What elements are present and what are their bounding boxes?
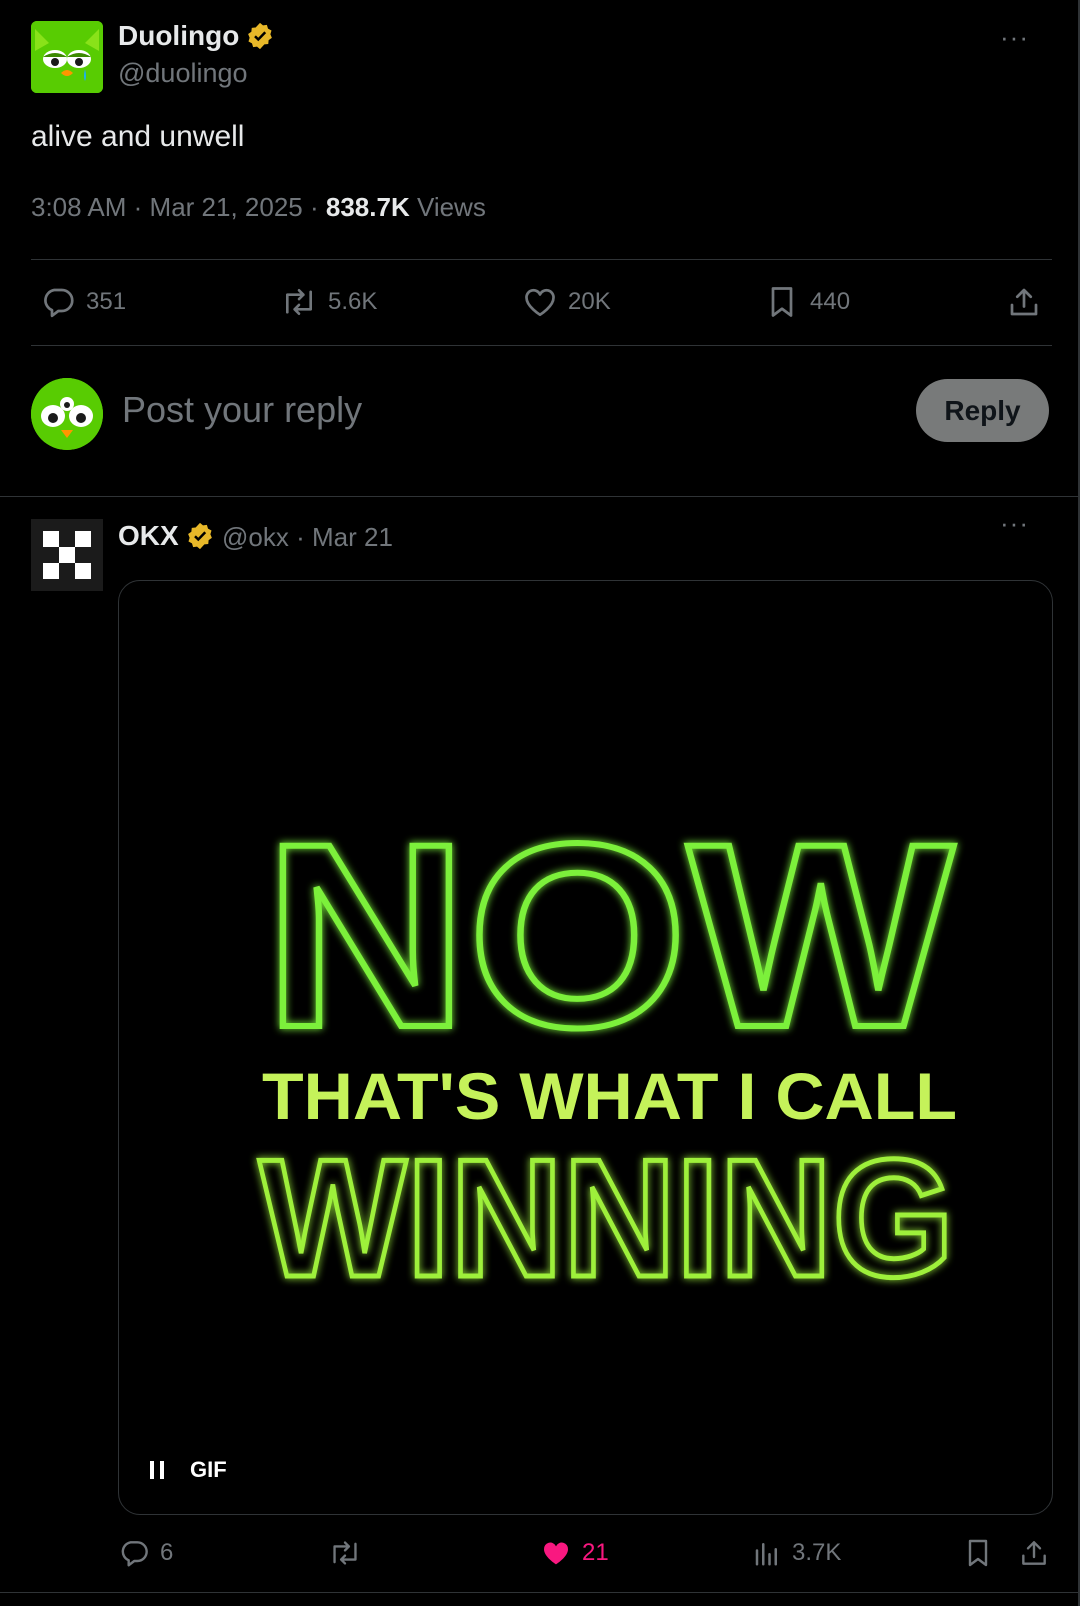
verified-badge-icon[interactable] — [185, 521, 215, 551]
repost-icon — [280, 284, 318, 320]
reply-action[interactable]: 6 — [118, 1537, 173, 1569]
heart-icon — [522, 284, 558, 320]
heart-filled-icon — [540, 1537, 572, 1569]
reply-date[interactable]: Mar 21 — [312, 522, 393, 552]
reply-count: 6 — [160, 1539, 174, 1566]
share-button[interactable] — [1006, 284, 1042, 320]
reply-author-name-text: OKX — [118, 520, 179, 551]
like-count: 21 — [582, 1539, 609, 1566]
gif-text-now: NOW — [264, 789, 957, 1082]
post-text: alive and unwell — [31, 120, 245, 153]
reply-count: 351 — [86, 288, 127, 315]
divider — [31, 345, 1052, 346]
views-count: 3.7K — [792, 1539, 842, 1566]
post-date[interactable]: Mar 21, 2025 — [150, 192, 303, 222]
gif-media[interactable]: NOW THAT'S WHAT I CALL WINNING — [118, 580, 1053, 1515]
user-avatar[interactable] — [31, 378, 103, 450]
views-action[interactable]: 3.7K — [752, 1537, 841, 1569]
gif-text-winning: WINNING — [259, 1124, 954, 1312]
repost-action[interactable] — [328, 1537, 362, 1569]
reply-button[interactable]: Reply — [916, 379, 1049, 442]
repost-count: 5.6K — [328, 288, 378, 315]
like-count: 20K — [568, 288, 611, 315]
reply-bubble-icon — [118, 1537, 150, 1569]
gif-text-tagline: THAT'S WHAT I CALL — [262, 1059, 957, 1133]
repost-action[interactable]: 5.6K — [280, 284, 377, 320]
duolingo-avatar[interactable] — [31, 21, 103, 93]
share-icon — [1006, 284, 1042, 320]
repost-icon — [328, 1537, 362, 1569]
like-action[interactable]: 20K — [522, 284, 611, 320]
bookmark-icon — [962, 1537, 994, 1569]
author-name[interactable]: Duolingo — [118, 20, 275, 52]
verified-badge-icon[interactable] — [245, 21, 275, 51]
reply-author-name[interactable]: OKX — [118, 520, 215, 552]
views-chart-icon — [752, 1537, 782, 1569]
reply-action[interactable]: 351 — [40, 284, 126, 320]
post-meta: 3:08 AM · Mar 21, 2025 · 838.7K Views — [31, 192, 486, 222]
okx-avatar[interactable] — [31, 519, 103, 591]
post-time[interactable]: 3:08 AM — [31, 192, 126, 222]
bookmark-button[interactable] — [962, 1537, 994, 1569]
more-options-icon[interactable]: ··· — [1000, 22, 1029, 53]
timeline-column: Duolingo @duolingo ··· alive and unwell … — [0, 0, 1080, 1606]
share-button[interactable] — [1018, 1537, 1050, 1569]
author-handle[interactable]: @duolingo — [118, 58, 248, 89]
reply-bubble-icon — [40, 284, 76, 320]
bookmark-icon — [764, 284, 800, 320]
reply-author-meta: @okx · Mar 21 — [222, 522, 393, 552]
author-name-text: Duolingo — [118, 20, 240, 51]
views-label: Views — [416, 192, 486, 222]
more-options-icon[interactable]: ··· — [1000, 508, 1029, 539]
reply-author-handle[interactable]: @okx — [222, 522, 289, 552]
reply-input[interactable] — [120, 388, 724, 432]
like-action[interactable]: 21 — [540, 1537, 609, 1569]
bookmark-count: 440 — [810, 288, 851, 315]
gif-badge: GIF — [190, 1457, 227, 1482]
gif-controls: GIF — [148, 1457, 227, 1483]
divider — [0, 496, 1078, 497]
share-icon — [1018, 1537, 1050, 1569]
pause-icon[interactable] — [148, 1458, 168, 1482]
divider — [31, 259, 1052, 260]
views-count: 838.7K — [325, 192, 410, 222]
divider — [0, 1592, 1078, 1593]
bookmark-action[interactable]: 440 — [764, 284, 850, 320]
